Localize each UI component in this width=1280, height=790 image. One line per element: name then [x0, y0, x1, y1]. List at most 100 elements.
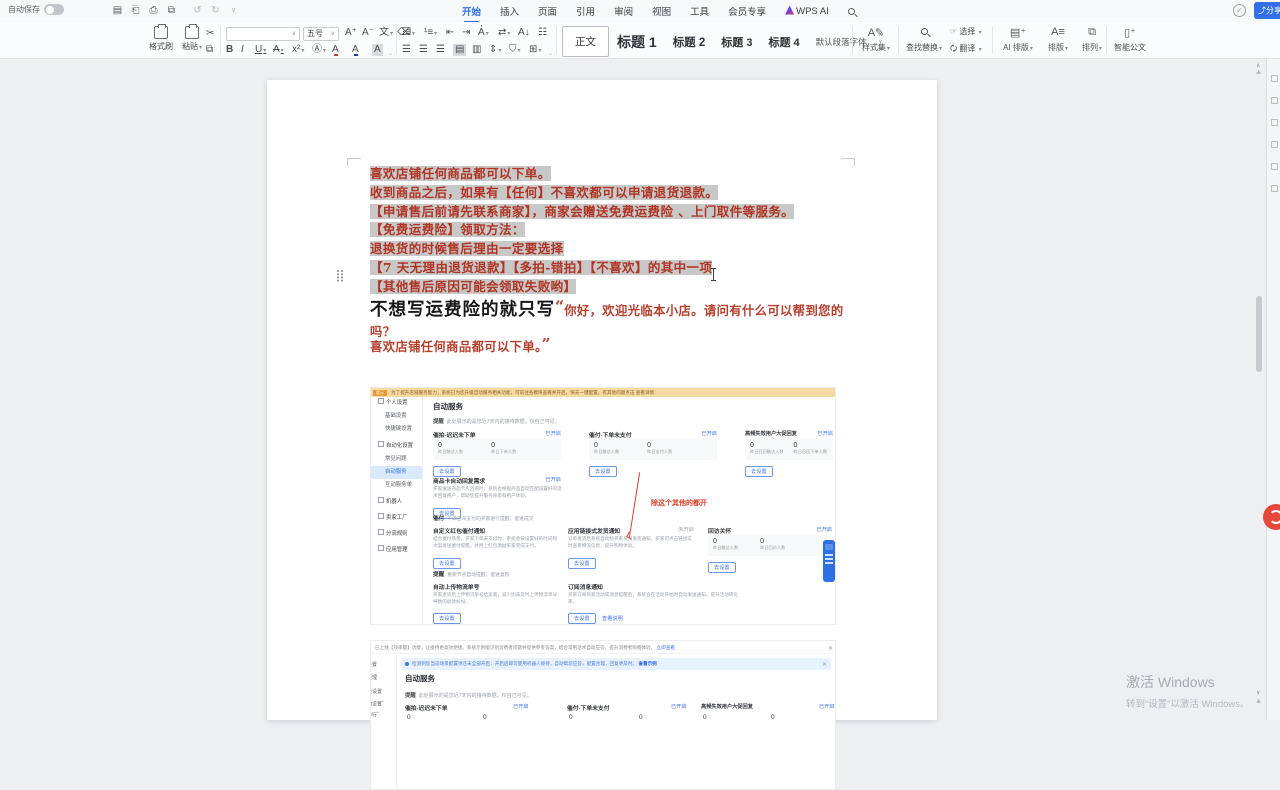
- go-setup-button[interactable]: 去设置: [433, 613, 461, 624]
- next-page-icon[interactable]: ≚: [1256, 699, 1261, 706]
- view-now-link[interactable]: 立即查看: [657, 645, 675, 650]
- sidebar-item-interactive[interactable]: 互动服务单: [371, 479, 422, 492]
- style-heading2[interactable]: 标题 2: [665, 30, 714, 54]
- underline-button[interactable]: U: [255, 44, 266, 57]
- autosave-control[interactable]: 自动保存: [8, 4, 64, 15]
- superscript-button[interactable]: x²: [292, 44, 304, 57]
- distribute-button[interactable]: ▥: [472, 44, 481, 56]
- dock-icon[interactable]: [1271, 97, 1278, 104]
- sidebar-item-shortcut[interactable]: 快捷键设置: [371, 423, 422, 436]
- sidebar-item-basic[interactable]: 基础设置: [371, 410, 422, 423]
- find-replace-button[interactable]: 查找替换: [902, 26, 946, 53]
- strikethrough-button[interactable]: A: [273, 44, 284, 57]
- tab-reference[interactable]: 引用: [576, 4, 595, 18]
- bold-button[interactable]: B: [226, 44, 233, 55]
- card-status-link[interactable]: 已开启: [513, 703, 529, 710]
- paragraph-drag-handle[interactable]: [337, 270, 344, 281]
- dock-icon[interactable]: [1271, 185, 1278, 192]
- italic-button[interactable]: I: [241, 44, 244, 56]
- tab-view[interactable]: 视图: [652, 4, 671, 18]
- align-right-button[interactable]: ☰: [436, 44, 445, 56]
- scrollbar-thumb[interactable]: [1256, 296, 1262, 372]
- go-setup-button[interactable]: 去设置: [589, 466, 617, 477]
- new-document-icon[interactable]: ▤: [110, 3, 125, 18]
- tab-tools[interactable]: 工具: [690, 4, 709, 18]
- font-family-combo[interactable]: ∨: [226, 27, 300, 41]
- scroll-up-icon[interactable]: ∧: [1256, 62, 1260, 69]
- search-icon[interactable]: [848, 8, 855, 15]
- style-set-button[interactable]: A✎ 样式集: [858, 26, 894, 53]
- char-border-button[interactable]: Ⓐ: [312, 44, 326, 57]
- dock-icon[interactable]: [1271, 163, 1278, 170]
- sidebar-item-auto-service[interactable]: 自动服务: [371, 466, 422, 479]
- card-status-link[interactable]: 已开启: [701, 430, 717, 437]
- char-scale-button[interactable]: A̓: [478, 27, 489, 40]
- card-status-link[interactable]: 已开启: [819, 703, 835, 710]
- card-status-link[interactable]: 已开启: [817, 430, 833, 437]
- ai-typeset-button[interactable]: ▤⁺ AI 排版: [996, 26, 1040, 53]
- paste-button[interactable]: 粘贴: [178, 26, 206, 52]
- bullet-list-button[interactable]: ⁝≡: [402, 27, 415, 40]
- show-marks-button[interactable]: ☷: [538, 27, 547, 39]
- style-heading4[interactable]: 标题 4: [760, 30, 807, 54]
- go-setup-button[interactable]: 去设置: [433, 558, 461, 569]
- tab-wps-ai[interactable]: WPS AI: [785, 6, 829, 17]
- font-dialog-launcher[interactable]: ⌄: [388, 50, 393, 57]
- card-status-link[interactable]: 已开启: [545, 430, 561, 437]
- go-setup-button[interactable]: 去设置: [745, 466, 773, 477]
- text-effects-icon[interactable]: 文: [379, 27, 393, 40]
- print-icon[interactable]: ⎙: [146, 3, 161, 18]
- numbered-list-button[interactable]: ¹≡: [424, 27, 437, 40]
- prev-page-icon[interactable]: ≙: [1256, 70, 1261, 77]
- share-button[interactable]: ⤴分享: [1254, 2, 1280, 19]
- text-direction-button[interactable]: ⇄: [498, 27, 510, 40]
- document-page[interactable]: 喜欢店铺任何商品都可以下单。 收到商品之后，如果有【任何】不喜欢都可以申请退货退…: [267, 80, 937, 720]
- grow-font-icon[interactable]: A⁺: [345, 27, 357, 39]
- redo-icon[interactable]: ↻: [208, 3, 223, 18]
- style-normal[interactable]: 正文: [562, 26, 609, 57]
- style-heading1[interactable]: 标题 1: [609, 28, 665, 56]
- go-setup-button[interactable]: 去设置: [568, 613, 596, 624]
- line-spacing-button[interactable]: ⇕: [489, 44, 501, 57]
- selected-text-block[interactable]: 喜欢店铺任何商品都可以下单。 收到商品之后，如果有【任何】不喜欢都可以申请退货退…: [370, 163, 794, 295]
- cut-icon[interactable]: ✂: [206, 28, 214, 40]
- typeset-button[interactable]: A≡ 排版: [1042, 26, 1074, 53]
- more-commands-icon[interactable]: ∨: [226, 3, 241, 18]
- sort-button[interactable]: A↓: [518, 27, 530, 39]
- floating-assistant-widget[interactable]: [823, 540, 835, 582]
- undo-icon[interactable]: ↺: [190, 3, 205, 18]
- increase-indent-button[interactable]: ⇥: [462, 27, 470, 39]
- card-status-link[interactable]: 已开启: [671, 703, 687, 710]
- sidebar-item-faq[interactable]: 常见问题: [371, 453, 422, 466]
- shrink-font-icon[interactable]: A⁻: [362, 27, 374, 39]
- go-setup-button[interactable]: 去设置: [708, 562, 736, 573]
- export-icon[interactable]: ⧉: [164, 3, 179, 18]
- sidebar-item-personal[interactable]: 个人设置: [371, 397, 422, 410]
- go-setup-button[interactable]: 去设置: [568, 558, 596, 569]
- sidebar-item-automation[interactable]: 自动化设置: [371, 440, 422, 453]
- view-example-link[interactable]: 查看示例: [638, 661, 656, 666]
- sidebar-item-routing[interactable]: 分流规则: [371, 528, 422, 541]
- dock-icon[interactable]: [1271, 75, 1278, 82]
- save-icon[interactable]: ⎗: [128, 3, 143, 18]
- tab-review[interactable]: 审阅: [614, 4, 633, 18]
- align-left-button[interactable]: ☰: [402, 44, 411, 56]
- quote-second-line[interactable]: 喜欢店铺任何商品都可以下单。”: [370, 335, 551, 355]
- dock-icon[interactable]: [1271, 141, 1278, 148]
- arrange-button[interactable]: ⧉ 排列: [1076, 26, 1108, 53]
- card-status-link[interactable]: 未开启: [678, 526, 694, 533]
- highlight-color-button[interactable]: A: [332, 44, 339, 56]
- tab-member[interactable]: 会员专享: [728, 4, 766, 18]
- tab-home[interactable]: 开始: [462, 4, 481, 18]
- view-help-link[interactable]: 查看说明: [602, 615, 623, 622]
- card-status-link[interactable]: 已开启: [545, 476, 561, 483]
- card-status-link[interactable]: 已开启: [816, 526, 832, 533]
- sidebar-item-seller-tools[interactable]: 卖家工厂: [371, 512, 422, 525]
- font-color-button[interactable]: A: [352, 44, 359, 56]
- vertical-scrollbar[interactable]: ∧ ≙ ∨ ≚: [1254, 59, 1264, 720]
- copy-icon[interactable]: ⧉: [206, 44, 213, 56]
- scroll-down-icon[interactable]: ∨: [1256, 689, 1260, 696]
- format-painter-button[interactable]: 格式刷: [146, 26, 176, 52]
- tab-page[interactable]: 页面: [538, 4, 557, 18]
- sidebar-item-robot[interactable]: 机器人: [371, 496, 422, 509]
